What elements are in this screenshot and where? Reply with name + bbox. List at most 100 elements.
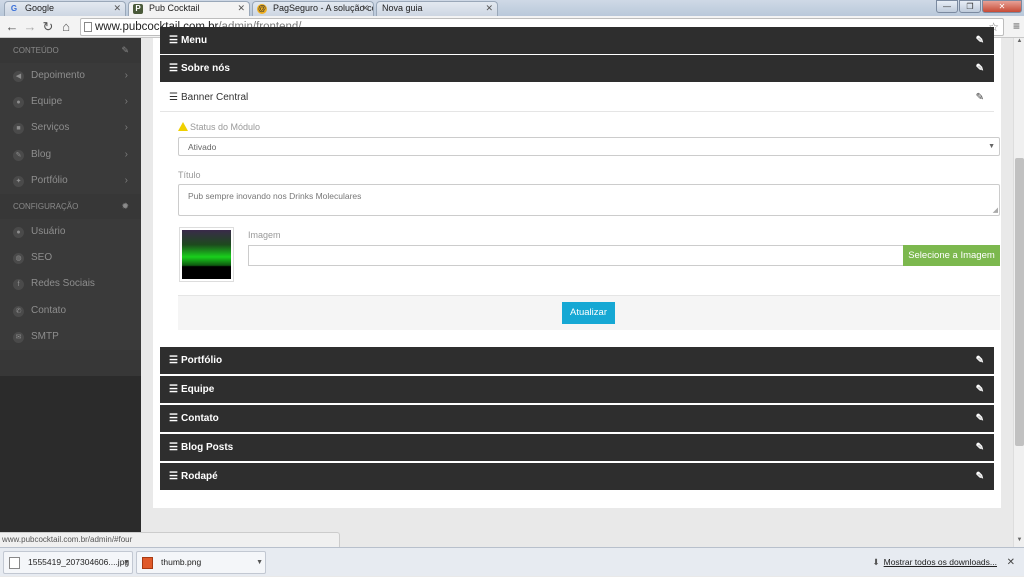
- status-select[interactable]: Ativado ▼: [178, 137, 1000, 156]
- minimize-icon[interactable]: —: [936, 0, 958, 13]
- admin-sidebar: CONTEÚDO ✎ ◀ Depoimento › ● Equipe › ■ S…: [0, 38, 141, 547]
- panel-equipe[interactable]: ☰ Equipe ✎: [160, 376, 994, 403]
- home-icon[interactable]: ⌂: [58, 19, 74, 35]
- edit-icon[interactable]: ✎: [976, 27, 984, 54]
- update-button[interactable]: Atualizar: [562, 302, 615, 324]
- panel-banner-central[interactable]: ☰ Banner Central ✎: [160, 84, 994, 112]
- reload-icon[interactable]: ↻: [40, 19, 56, 35]
- panel-sobre-nos[interactable]: ☰ Sobre nós ✎: [160, 55, 994, 82]
- sidebar-item-redes-sociais[interactable]: f Redes Sociais: [0, 271, 141, 298]
- download-item-png[interactable]: thumb.png ▼: [136, 551, 266, 574]
- panel-contato[interactable]: ☰ Contato ✎: [160, 405, 994, 432]
- list-icon: ☰: [169, 63, 178, 74]
- resize-grip-icon[interactable]: ◢: [993, 206, 998, 214]
- back-arrow-icon[interactable]: ←: [4, 19, 20, 35]
- sidebar-item-contato[interactable]: ✆ Contato: [0, 297, 141, 324]
- pub-cocktail-favicon-icon: P: [133, 4, 143, 14]
- caret-down-icon[interactable]: ▼: [123, 552, 130, 573]
- globe-icon: ◍: [13, 253, 24, 265]
- edit-icon[interactable]: ✎: [976, 434, 984, 461]
- tab-pub-cocktail[interactable]: P Pub Cocktail ✕: [128, 1, 250, 16]
- scroll-up-icon[interactable]: ▲: [1014, 38, 1024, 48]
- panel-title: Equipe: [181, 384, 215, 395]
- chevron-right-icon: ›: [124, 148, 128, 160]
- sidebar-item-label: Usuário: [31, 225, 66, 237]
- module-panel-container: ☰ Menu ✎ ☰ Sobre nós ✎ ☰ Banner Central …: [153, 27, 1001, 508]
- gear-icon: ✹: [121, 200, 129, 211]
- sidebar-item-label: Equipe: [31, 96, 63, 108]
- panel-blog-posts[interactable]: ☰ Blog Posts ✎: [160, 434, 994, 461]
- page-scrollbar[interactable]: ▲ ▼: [1013, 38, 1024, 547]
- sidebar-section-conteudo: CONTEÚDO ✎: [0, 38, 141, 63]
- list-icon: ☰: [169, 413, 178, 424]
- sidebar-item-label: Blog: [31, 148, 52, 160]
- downloads-bar: 1555419_207304606....jpg ▼ thumb.png ▼ ⬇…: [0, 547, 1024, 576]
- panel-menu[interactable]: ☰ Menu ✎: [160, 27, 994, 54]
- panel-rodape[interactable]: ☰ Rodapé ✎: [160, 463, 994, 490]
- download-item-jpg[interactable]: 1555419_207304606....jpg ▼: [3, 551, 133, 574]
- edit-icon[interactable]: ✎: [976, 55, 984, 82]
- page-icon: [84, 22, 92, 32]
- tab-nova-guia[interactable]: Nova guia ✕: [376, 1, 498, 16]
- main-content: ☰ Menu ✎ ☰ Sobre nós ✎ ☰ Banner Central …: [141, 27, 1013, 547]
- panel-title: Menu: [181, 35, 208, 46]
- tab-title: Nova guia: [382, 3, 423, 13]
- sidebar-item-portfolio[interactable]: ✦ Portfólio ›: [0, 167, 141, 194]
- status-label: Status do Módulo: [178, 122, 260, 132]
- close-tab-icon[interactable]: ✕: [485, 2, 493, 15]
- close-tab-icon[interactable]: ✕: [113, 2, 121, 15]
- sidebar-item-label: Serviços: [31, 122, 70, 134]
- sidebar-item-seo[interactable]: ◍ SEO: [0, 245, 141, 272]
- scrollbar-thumb[interactable]: [1015, 158, 1024, 446]
- warning-icon: [178, 122, 188, 131]
- sidebar-item-servicos[interactable]: ■ Serviços ›: [0, 115, 141, 142]
- download-icon: ⬇: [872, 557, 880, 567]
- close-tab-icon[interactable]: ✕: [361, 2, 369, 15]
- sidebar-item-depoimento[interactable]: ◀ Depoimento ›: [0, 63, 141, 90]
- restore-icon[interactable]: ❐: [959, 0, 981, 13]
- close-tab-icon[interactable]: ✕: [237, 2, 245, 15]
- sidebar-item-label: Portfólio: [31, 174, 68, 186]
- tab-google[interactable]: G Google ✕: [4, 1, 126, 16]
- download-filename: 1555419_207304606....jpg: [28, 557, 130, 567]
- image-path-input[interactable]: [248, 245, 904, 266]
- panel-portfolio[interactable]: ☰ Portfólio ✎: [160, 347, 994, 374]
- tab-pagseguro[interactable]: @ PagSeguro - A solução co ✕: [252, 1, 374, 16]
- scroll-down-icon[interactable]: ▼: [1014, 537, 1024, 547]
- user-icon: ●: [13, 226, 24, 238]
- sidebar-item-smtp[interactable]: ✉ SMTP: [0, 323, 141, 350]
- sidebar-item-equipe[interactable]: ● Equipe ›: [0, 89, 141, 116]
- panel-title: Contato: [181, 413, 219, 424]
- edit-icon[interactable]: ✎: [976, 376, 984, 403]
- close-window-icon[interactable]: ✕: [982, 0, 1022, 13]
- edit-icon[interactable]: ✎: [976, 84, 984, 112]
- sidebar-item-label: Redes Sociais: [31, 278, 95, 290]
- banner-image: [182, 230, 231, 279]
- chevron-right-icon: ›: [124, 96, 128, 108]
- browser-menu-icon[interactable]: ≡: [1013, 19, 1020, 33]
- sidebar-item-label: Depoimento: [31, 70, 85, 81]
- edit-icon[interactable]: ✎: [976, 405, 984, 432]
- edit-icon: ✎: [121, 45, 129, 55]
- select-image-button[interactable]: Selecione a Imagem: [903, 245, 1000, 266]
- sidebar-item-usuario[interactable]: ● Usuário: [0, 218, 141, 246]
- wrench-icon: ✦: [13, 175, 24, 187]
- title-label: Título: [178, 170, 201, 180]
- status-bar-url: www.pubcocktail.com.br/admin/#four: [0, 532, 340, 547]
- title-textarea[interactable]: Pub sempre inovando nos Drinks Molecular…: [178, 184, 1000, 216]
- tab-title: Pub Cocktail: [149, 3, 200, 13]
- forward-arrow-icon[interactable]: →: [22, 19, 38, 35]
- edit-icon[interactable]: ✎: [976, 463, 984, 490]
- list-icon: ☰: [169, 384, 178, 395]
- close-downloads-icon[interactable]: ✕: [1007, 548, 1015, 577]
- megaphone-icon: ◀: [13, 71, 24, 82]
- sidebar-section-title: CONTEÚDO: [13, 46, 59, 55]
- list-icon: ☰: [169, 471, 178, 482]
- show-all-downloads-link[interactable]: ⬇ Mostrar todos os downloads...: [872, 548, 997, 577]
- edit-icon[interactable]: ✎: [976, 347, 984, 374]
- caret-down-icon[interactable]: ▼: [256, 552, 263, 573]
- sidebar-item-label: SMTP: [31, 330, 59, 342]
- title-value: Pub sempre inovando nos Drinks Molecular…: [188, 191, 362, 201]
- sidebar-item-blog[interactable]: ✎ Blog ›: [0, 141, 141, 168]
- sidebar-item-label: SEO: [31, 252, 53, 264]
